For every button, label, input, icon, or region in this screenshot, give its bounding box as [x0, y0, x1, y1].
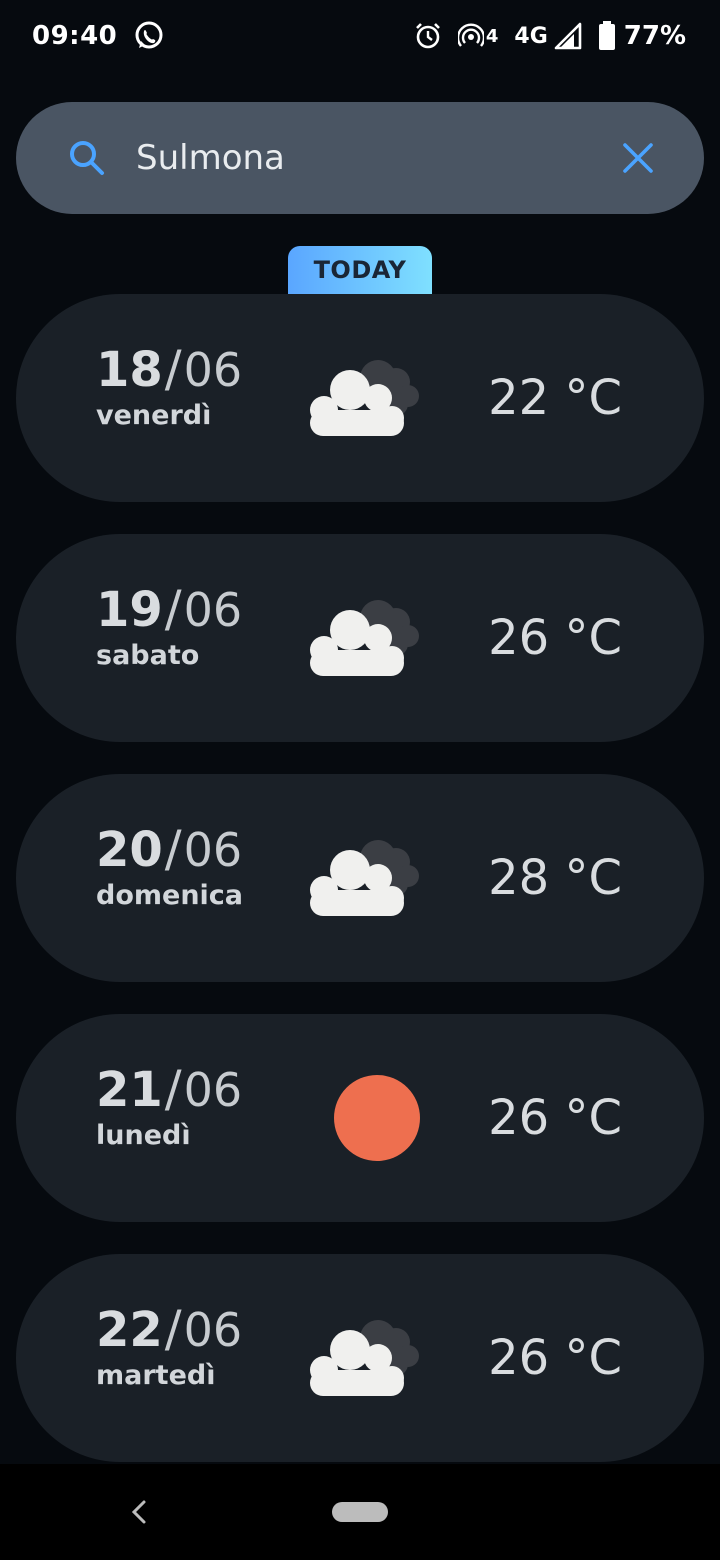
search-input[interactable]: [136, 128, 622, 188]
date-separator: /: [164, 820, 182, 878]
hotspot-icon: 4: [457, 23, 499, 49]
forecast-list: 18 / 06 venerdì 22 °C 19 / 06 sabato 26 …: [16, 294, 704, 1494]
temperature: 28 °C: [488, 850, 622, 906]
cloudy-icon: [296, 352, 426, 442]
weekday: venerdì: [96, 400, 212, 431]
temperature: 26 °C: [488, 1330, 622, 1386]
weekday: sabato: [96, 640, 200, 671]
date-month: 06: [183, 583, 243, 637]
date-separator: /: [164, 1060, 182, 1118]
weekday: domenica: [96, 880, 244, 911]
today-tag: TODAY: [288, 246, 432, 294]
alarm-icon: [414, 22, 442, 50]
clear-icon[interactable]: [622, 142, 654, 174]
navigation-bar: [0, 1464, 720, 1560]
status-bar: 09:40 4 4G 77%: [0, 0, 720, 72]
back-icon[interactable]: [126, 1496, 154, 1528]
whatsapp-icon: [133, 20, 165, 52]
date-block: 19 / 06 sabato: [96, 584, 242, 671]
date-month: 06: [183, 343, 243, 397]
date-day: 19: [96, 582, 163, 638]
date-block: 18 / 06 venerdì: [96, 344, 242, 431]
signal-icon: [554, 22, 582, 50]
search-icon[interactable]: [68, 139, 106, 177]
date-day: 20: [96, 822, 163, 878]
date-separator: /: [164, 580, 182, 638]
weekday: lunedì: [96, 1120, 191, 1151]
date-block: 20 / 06 domenica: [96, 824, 243, 911]
status-left: 09:40: [32, 20, 165, 52]
date-day: 22: [96, 1302, 163, 1358]
status-right: 4 4G 77%: [414, 21, 686, 51]
home-pill-icon[interactable]: [332, 1502, 388, 1522]
date-month: 06: [183, 1303, 243, 1357]
date-separator: /: [164, 340, 182, 398]
date-separator: /: [164, 1300, 182, 1358]
day-card[interactable]: 20 / 06 domenica 28 °C: [16, 774, 704, 982]
day-card[interactable]: 18 / 06 venerdì 22 °C: [16, 294, 704, 502]
day-card[interactable]: 19 / 06 sabato 26 °C: [16, 534, 704, 742]
battery-percent: 77%: [623, 21, 686, 51]
battery-icon: [598, 21, 616, 51]
date-month: 06: [183, 1063, 243, 1117]
network-type: 4G: [514, 23, 548, 49]
temperature: 22 °C: [488, 370, 622, 426]
sun-icon: [296, 1072, 426, 1162]
date-day: 21: [96, 1062, 163, 1118]
weekday: martedì: [96, 1360, 216, 1391]
date-month: 06: [183, 823, 243, 877]
search-bar: [16, 102, 704, 214]
date-block: 22 / 06 martedì: [96, 1304, 242, 1391]
status-time: 09:40: [32, 21, 118, 51]
day-card[interactable]: 21 / 06 lunedì 26 °C: [16, 1014, 704, 1222]
cloudy-icon: [296, 1312, 426, 1402]
temperature: 26 °C: [488, 1090, 622, 1146]
cloudy-icon: [296, 832, 426, 922]
day-card[interactable]: 22 / 06 martedì 26 °C: [16, 1254, 704, 1462]
date-block: 21 / 06 lunedì: [96, 1064, 242, 1151]
hotspot-badge: 4: [485, 25, 499, 47]
date-day: 18: [96, 342, 163, 398]
cloudy-icon: [296, 592, 426, 682]
temperature: 26 °C: [488, 610, 622, 666]
